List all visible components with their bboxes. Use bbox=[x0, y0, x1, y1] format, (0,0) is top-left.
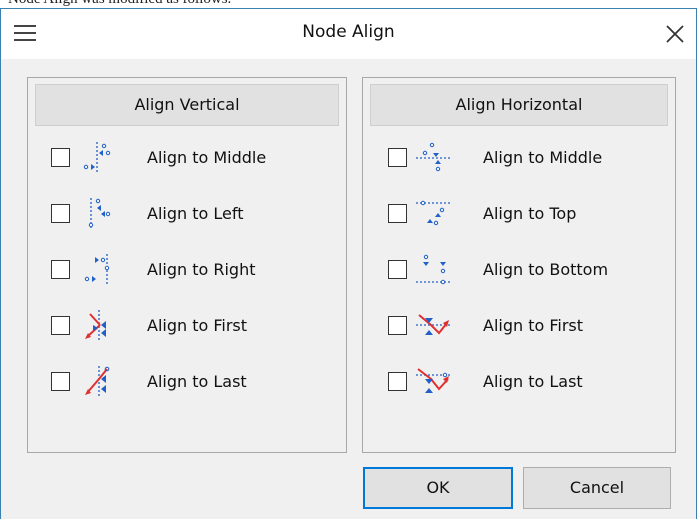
align-horizontal-middle-icon bbox=[416, 142, 450, 172]
horizontal-bottom-checkbox[interactable] bbox=[388, 260, 407, 279]
vertical-right-label: Align to Right bbox=[147, 260, 256, 279]
vertical-last-checkbox[interactable] bbox=[51, 372, 70, 391]
vertical-right-checkbox[interactable] bbox=[51, 260, 70, 279]
vertical-left-label: Align to Left bbox=[147, 204, 244, 223]
align-left-icon bbox=[88, 198, 111, 230]
option-vertical-left[interactable]: Align to Left bbox=[28, 194, 346, 234]
align-vertical-last-icon bbox=[85, 366, 110, 398]
horizontal-middle-checkbox[interactable] bbox=[388, 148, 407, 167]
background-document-text-strip: Node Align was modified as follows. bbox=[0, 0, 698, 8]
title-bar: Node Align bbox=[1, 9, 696, 59]
align-vertical-header: Align Vertical bbox=[35, 84, 339, 126]
background-document-text: Node Align was modified as follows. bbox=[8, 0, 231, 8]
horizontal-top-checkbox[interactable] bbox=[388, 204, 407, 223]
align-vertical-middle-icon bbox=[83, 142, 111, 174]
option-horizontal-top[interactable]: Align to Top bbox=[363, 194, 675, 234]
ok-button[interactable]: OK bbox=[363, 467, 513, 509]
horizontal-first-checkbox[interactable] bbox=[388, 316, 407, 335]
align-horizontal-group: Align Horizontal Align to Middle Align t… bbox=[362, 77, 676, 453]
option-vertical-right[interactable]: Align to Right bbox=[28, 250, 346, 290]
align-vertical-group: Align Vertical Align to Middle Align to … bbox=[27, 77, 347, 453]
option-vertical-first[interactable]: Align to First bbox=[28, 306, 346, 346]
vertical-last-label: Align to Last bbox=[147, 372, 247, 391]
option-horizontal-last[interactable]: Align to Last bbox=[363, 362, 675, 402]
vertical-first-label: Align to First bbox=[147, 316, 248, 335]
option-horizontal-middle[interactable]: Align to Middle bbox=[363, 138, 675, 178]
align-vertical-first-icon bbox=[85, 310, 106, 342]
align-horizontal-header: Align Horizontal bbox=[370, 84, 668, 126]
horizontal-last-label: Align to Last bbox=[483, 372, 583, 391]
align-top-icon bbox=[416, 200, 450, 226]
align-horizontal-last-icon bbox=[416, 368, 450, 393]
close-icon[interactable] bbox=[660, 19, 690, 49]
option-horizontal-bottom[interactable]: Align to Bottom bbox=[363, 250, 675, 290]
vertical-middle-label: Align to Middle bbox=[147, 148, 267, 167]
vertical-first-checkbox[interactable] bbox=[51, 316, 70, 335]
horizontal-top-label: Align to Top bbox=[483, 204, 577, 223]
horizontal-bottom-label: Align to Bottom bbox=[483, 260, 609, 279]
horizontal-last-checkbox[interactable] bbox=[388, 372, 407, 391]
vertical-left-checkbox[interactable] bbox=[51, 204, 70, 223]
option-vertical-middle[interactable]: Align to Middle bbox=[28, 138, 346, 178]
align-bottom-icon bbox=[416, 254, 450, 285]
vertical-middle-checkbox[interactable] bbox=[51, 148, 70, 167]
dialog-title: Node Align bbox=[302, 22, 395, 42]
option-horizontal-first[interactable]: Align to First bbox=[363, 306, 675, 346]
option-vertical-last[interactable]: Align to Last bbox=[28, 362, 346, 402]
horizontal-middle-label: Align to Middle bbox=[483, 148, 603, 167]
node-align-dialog: Node Align Align Vertical Align to Middl… bbox=[0, 8, 697, 519]
align-horizontal-first-icon bbox=[416, 314, 450, 335]
align-right-icon bbox=[84, 254, 110, 286]
horizontal-first-label: Align to First bbox=[483, 316, 584, 335]
cancel-button[interactable]: Cancel bbox=[523, 467, 671, 509]
